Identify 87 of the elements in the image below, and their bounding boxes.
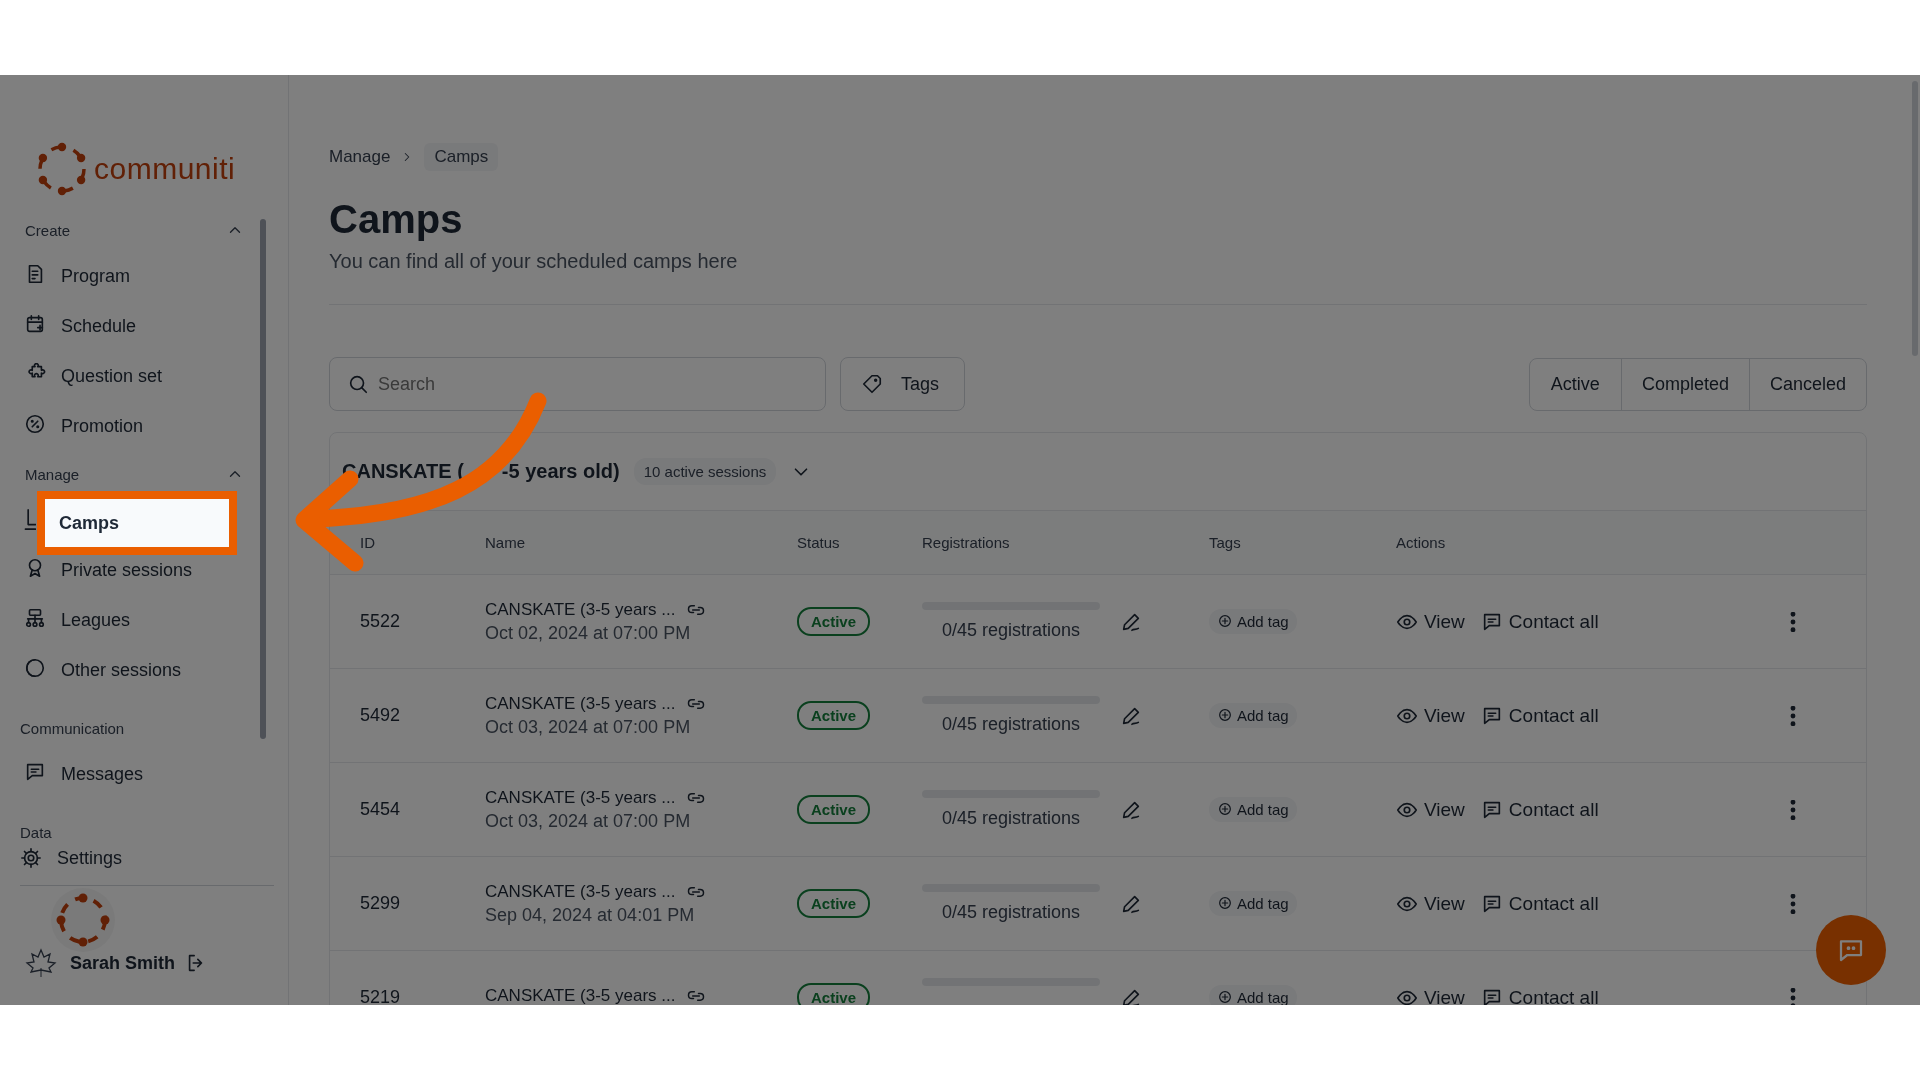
column-header: ID xyxy=(359,534,376,551)
sidebar-item[interactable]: Other sessions xyxy=(61,659,182,681)
search-field[interactable]: Search xyxy=(329,357,826,411)
plus-circle-icon xyxy=(1217,989,1233,1005)
add-tag-button[interactable]: Add tag xyxy=(1209,890,1297,916)
more-icon xyxy=(1790,611,1796,632)
sidebar-item[interactable]: Messages xyxy=(61,763,144,785)
page-title: Camps xyxy=(329,197,464,242)
session-name: CANSKATE (3-5 years ... xyxy=(485,986,676,1005)
session-name: CANSKATE (3-5 years ... xyxy=(485,787,676,808)
column-header: Registrations xyxy=(922,534,1011,551)
table-cell-text: 5299 xyxy=(359,893,402,914)
registration-count: 0/45 registrations xyxy=(941,902,1081,923)
column-header: Status xyxy=(797,534,841,551)
more-icon xyxy=(1790,799,1796,820)
status-badge: Active xyxy=(797,795,871,824)
search-icon xyxy=(347,373,369,395)
section-heading: Create xyxy=(25,221,71,239)
breadcrumb-link[interactable]: Camps xyxy=(424,143,499,171)
status-filter-tab[interactable]: Canceled xyxy=(1748,358,1866,410)
table-cell-text: 5454 xyxy=(359,799,402,820)
table-cell-text: 5492 xyxy=(359,705,402,726)
sidebar-item[interactable]: Leagues xyxy=(61,609,131,631)
tags-button[interactable]: Tags xyxy=(840,357,965,411)
registration-count: 0/45 registrations xyxy=(941,714,1081,735)
contact-all-button[interactable]: Contact all xyxy=(1480,704,1599,727)
plus-circle-icon xyxy=(1217,613,1233,630)
add-tag-button[interactable]: Add tag xyxy=(1209,608,1297,634)
plus-circle-icon xyxy=(1217,895,1233,912)
logo-text: communiti xyxy=(94,152,236,186)
session-date: Oct 03, 2024 at 07:00 PM xyxy=(485,810,692,832)
column-header: Tags xyxy=(1209,534,1242,551)
contact-all-button[interactable]: Contact all xyxy=(1480,892,1599,915)
session-date: Sep 04, 2024 at 04:01 PM xyxy=(485,904,696,926)
session-name: CANSKATE (3-5 years ... xyxy=(485,881,676,902)
status-badge: Active xyxy=(797,701,871,730)
contact-all-button[interactable]: Contact all xyxy=(1480,986,1599,1005)
gear-icon xyxy=(20,847,42,869)
sidebar-item[interactable]: Camps xyxy=(37,491,237,555)
status-badge: Active xyxy=(797,607,871,636)
table-cell-text: 5522 xyxy=(359,611,402,632)
section-heading: Manage xyxy=(25,465,80,483)
sidebar-item[interactable]: Program xyxy=(61,265,131,287)
more-icon xyxy=(1790,893,1796,914)
table-cell-text: 5219 xyxy=(359,987,402,1005)
status-filter-tab[interactable]: Completed xyxy=(1620,358,1749,410)
section-heading: Communication xyxy=(20,719,125,737)
view-button[interactable]: View xyxy=(1396,892,1465,915)
session-date: Oct 03, 2024 at 07:00 PM xyxy=(485,716,692,738)
contact-all-button[interactable]: Contact all xyxy=(1480,610,1599,633)
sidebar-item[interactable]: Promotion xyxy=(61,415,144,437)
add-tag-button[interactable]: Add tag xyxy=(1209,984,1297,1005)
add-tag-button[interactable]: Add tag xyxy=(1209,702,1297,728)
page-subtitle: You can find all of your scheduled camps here xyxy=(329,250,739,273)
percent-icon xyxy=(24,412,46,435)
view-button[interactable]: View xyxy=(1396,986,1465,1005)
plus-circle-icon xyxy=(1217,707,1233,724)
breadcrumb-link[interactable]: Manage xyxy=(329,147,391,167)
view-button[interactable]: View xyxy=(1396,610,1465,633)
session-name: CANSKATE (3-5 years ... xyxy=(485,693,676,714)
tag-icon xyxy=(861,373,883,395)
session-date: Oct 02, 2024 at 07:00 PM xyxy=(485,622,692,644)
column-header: Name xyxy=(485,534,526,551)
view-button[interactable]: View xyxy=(1396,798,1465,821)
scrollbar[interactable] xyxy=(260,219,266,739)
add-tag-button[interactable]: Add tag xyxy=(1209,796,1297,822)
user-name: Sarah Smith xyxy=(70,952,176,974)
sidebar-item[interactable]: Private sessions xyxy=(61,559,193,581)
session-count-badge: 10 active sessions xyxy=(633,458,777,485)
section-heading: Data xyxy=(20,823,52,841)
sidebar-item[interactable]: Question set xyxy=(61,365,163,387)
session-name: CANSKATE (3-5 years ... xyxy=(485,599,676,620)
column-header: Actions xyxy=(1396,534,1447,551)
hierarchy-icon xyxy=(24,606,46,629)
contact-all-button[interactable]: Contact all xyxy=(1480,798,1599,821)
status-filter-tab[interactable]: Active xyxy=(1529,358,1621,410)
registration-count: 0/45 registrations xyxy=(941,620,1081,641)
group-title: -5 years old) xyxy=(501,460,620,483)
sidebar-item[interactable]: Schedule xyxy=(61,315,137,337)
settings-link[interactable]: Settings xyxy=(57,847,123,869)
plus-circle-icon xyxy=(1217,801,1233,818)
status-badge: Active xyxy=(797,889,871,918)
view-button[interactable]: View xyxy=(1396,704,1465,727)
more-icon xyxy=(1790,705,1796,726)
calendar-icon xyxy=(24,312,46,335)
more-icon xyxy=(1790,987,1796,1005)
registration-count: 0/45 registrations xyxy=(941,808,1081,829)
